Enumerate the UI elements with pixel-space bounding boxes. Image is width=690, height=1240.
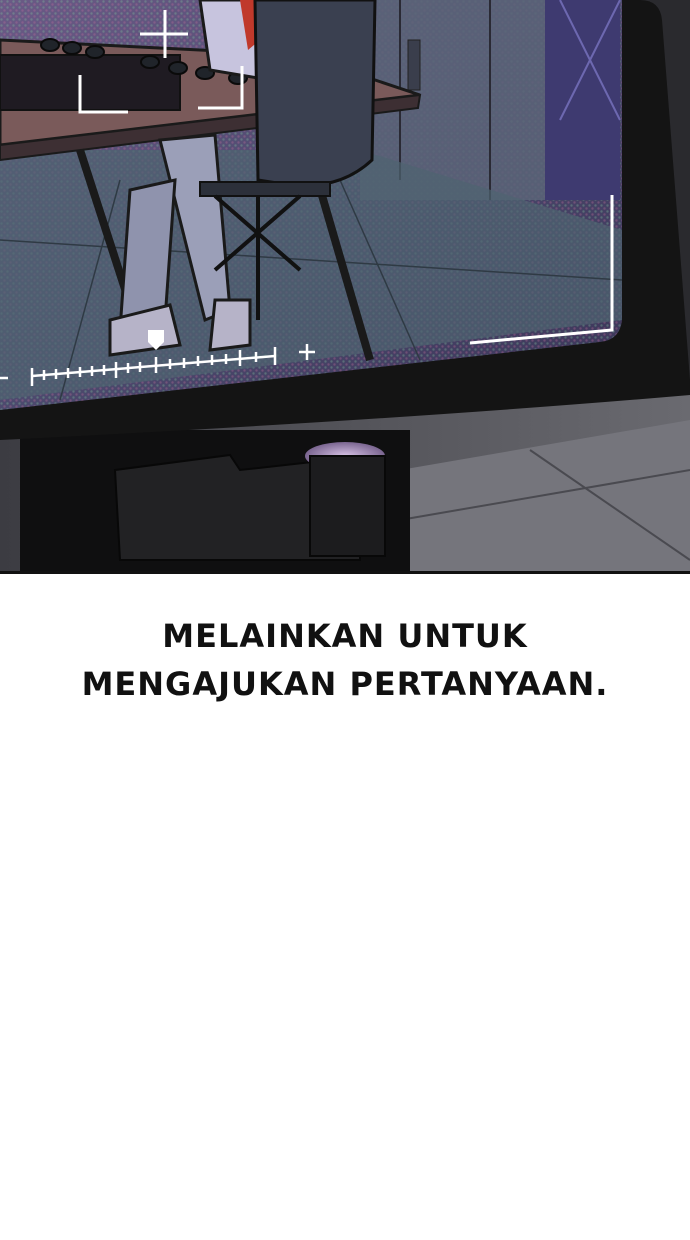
- comic-panel: [0, 0, 690, 573]
- window-panel: [545, 0, 620, 200]
- monitor-illustration: [0, 0, 690, 573]
- panel-border: [0, 571, 690, 574]
- caption-text: MELAINKAN UNTUK MENGAJUKAN PERTANYAAN.: [0, 612, 690, 708]
- chair-back: [253, 0, 377, 188]
- caption-line-1: MELAINKAN UNTUK: [162, 617, 528, 655]
- caption-line-2: MENGAJUKAN PERTANYAAN.: [81, 665, 609, 703]
